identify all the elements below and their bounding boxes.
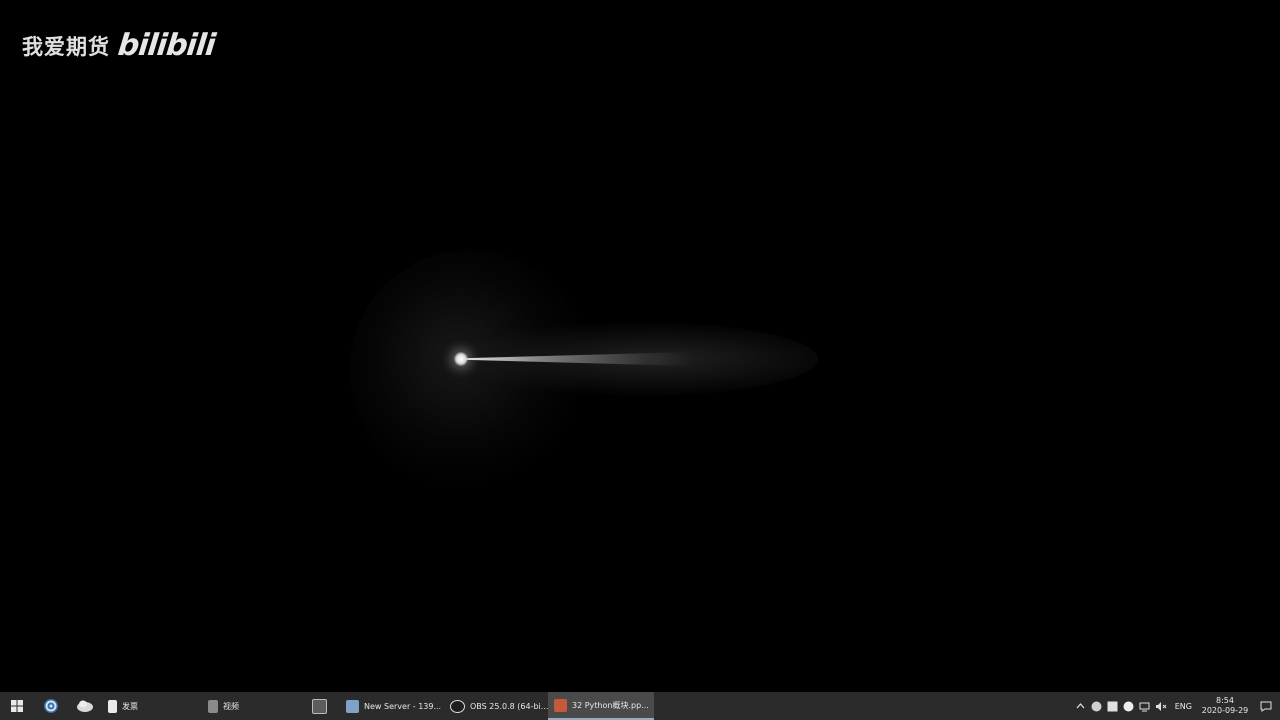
speaker-muted-icon[interactable]	[1154, 692, 1168, 720]
tray-app-icon[interactable]	[1090, 692, 1104, 720]
video-watermark: 我爱期货 bilibili	[22, 28, 217, 63]
taskbar-app-invoice[interactable]: 发票	[102, 692, 202, 720]
input-language[interactable]: ENG	[1175, 702, 1192, 711]
laser-pointer-dot	[454, 352, 468, 366]
obs-icon	[450, 699, 465, 713]
notebook-icon	[208, 699, 218, 713]
document-icon	[108, 699, 117, 713]
taskbar-app-label: 发票	[122, 701, 138, 711]
taskbar-app-server[interactable]: New Server - 139...	[340, 692, 444, 720]
taskbar-app-obs[interactable]: OBS 25.0.8 (64-bi...	[444, 692, 548, 720]
tray-network-icon[interactable]	[1138, 692, 1152, 720]
taskbar: 发票 视频 New Server - 139... OBS 25.0.8 (64…	[0, 692, 1280, 720]
tray-square-icon[interactable]	[1106, 692, 1120, 720]
system-clock[interactable]: 8:54 2020-09-29	[1198, 692, 1252, 720]
taskbar-app-terminal[interactable]	[306, 692, 340, 720]
clock-time: 8:54	[1216, 696, 1234, 705]
chevron-up-icon[interactable]	[1074, 692, 1088, 720]
terminal-icon	[312, 698, 327, 714]
desktop-screen: 我爱期货 bilibili 发票 视频 New Server - 139... …	[0, 0, 1280, 720]
system-tray: ENG 8:54 2020-09-29	[1073, 692, 1280, 720]
bilibili-logo: bilibili	[116, 28, 217, 63]
taskbar-app-label: New Server - 139...	[364, 701, 442, 711]
notification-icon[interactable]	[1253, 692, 1279, 720]
clock-date: 2020-09-29	[1201, 706, 1249, 715]
taskbar-app-label: OBS 25.0.8 (64-bi...	[470, 701, 548, 711]
cloud-app-icon[interactable]	[68, 692, 102, 720]
taskbar-app-video[interactable]: 视频	[202, 692, 306, 720]
taskbar-app-label: 视频	[223, 701, 239, 711]
windows-start-icon[interactable]	[0, 692, 34, 720]
taskbar-app-powerpoint[interactable]: 32 Python概块.pp...	[548, 692, 654, 720]
taskbar-app-label: 32 Python概块.pp...	[572, 700, 649, 710]
browser-icon[interactable]	[34, 692, 68, 720]
watermark-text: 我爱期货	[22, 34, 110, 59]
powerpoint-icon	[554, 698, 567, 712]
server-icon	[346, 699, 359, 713]
tray-circle-icon[interactable]	[1122, 692, 1136, 720]
